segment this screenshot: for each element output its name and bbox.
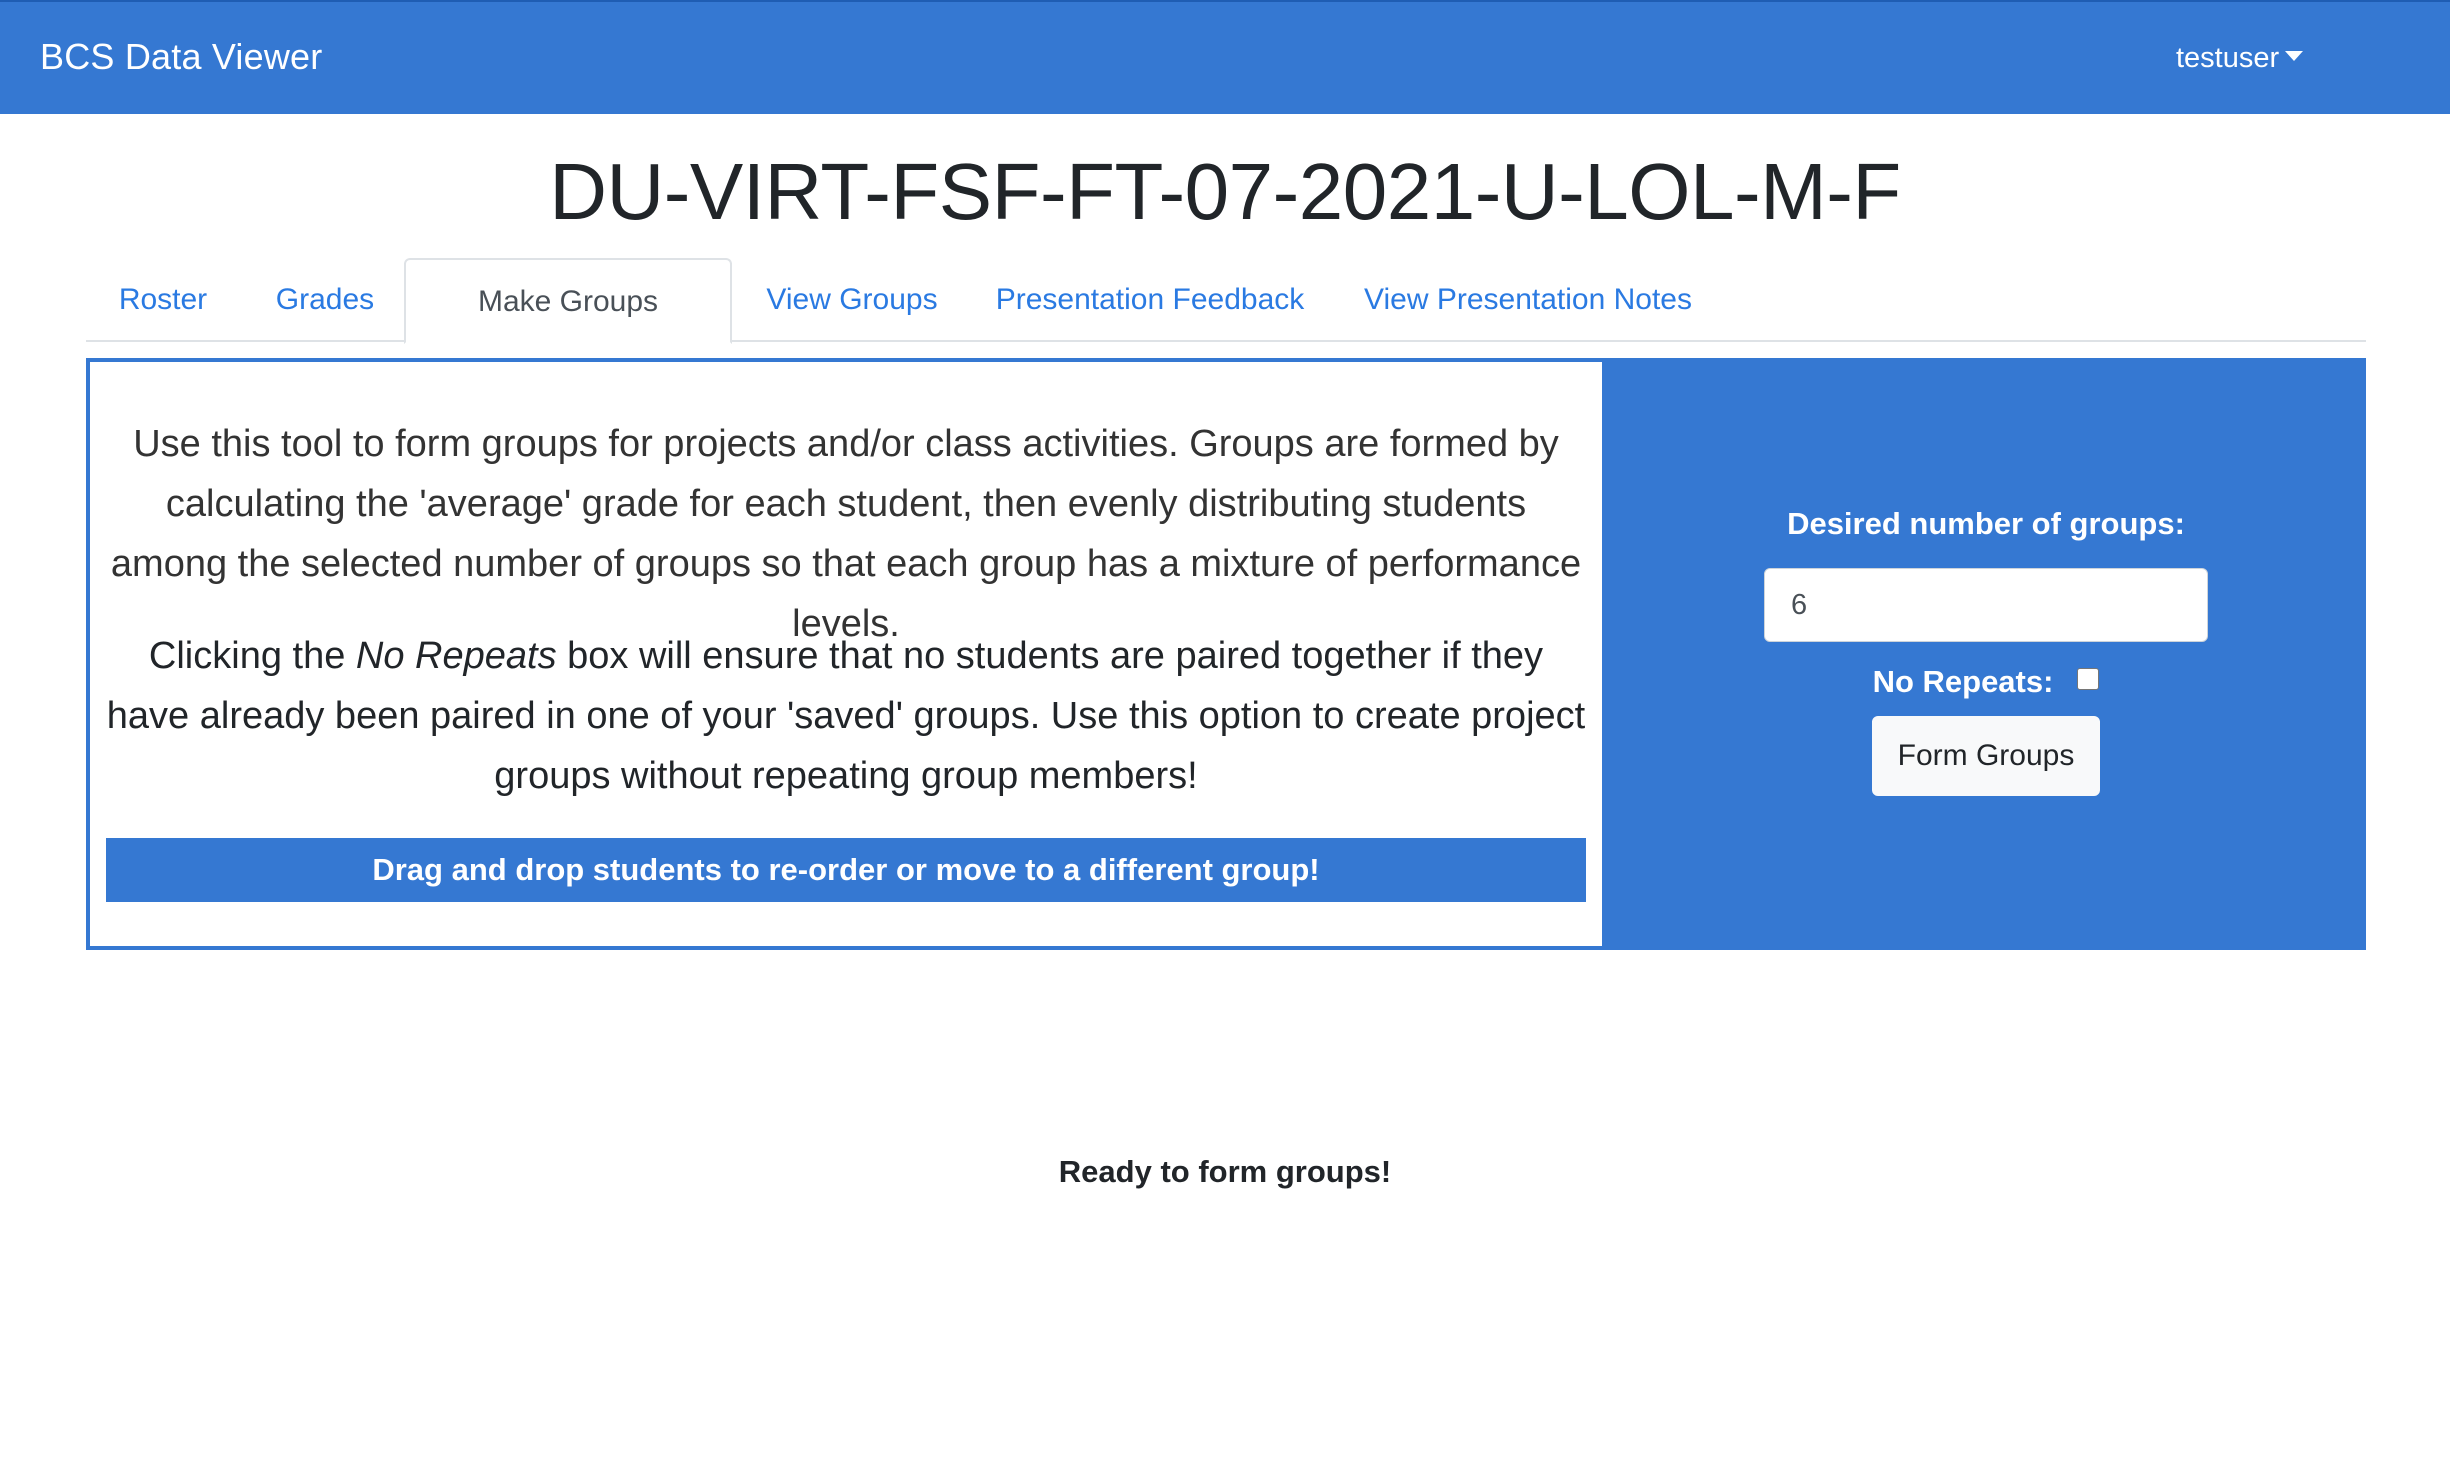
no-repeats-explanation: Clicking the No Repeats box will ensure …	[106, 626, 1586, 806]
status-message: Ready to form groups!	[1058, 1154, 1392, 1189]
explanation-text-start: Clicking the	[148, 635, 356, 677]
tab-grades[interactable]: Grades	[240, 258, 410, 342]
groups-count-label: Desired number of groups:	[1787, 506, 2185, 541]
no-repeats-checkbox[interactable]	[2077, 668, 2100, 690]
caret-down-icon	[2285, 51, 2304, 61]
instructions-paragraph: Use this tool to form groups for project…	[110, 423, 1582, 645]
user-menu-dropdown[interactable]: testuser	[2176, 42, 2304, 75]
groups-count-input[interactable]	[1764, 568, 2208, 642]
brand-link[interactable]: BCS Data Viewer	[40, 36, 322, 78]
instructions-box: Use this tool to form groups for project…	[90, 362, 1602, 946]
navbar: BCS Data Viewer testuser	[0, 0, 2450, 114]
explanation-emphasis: No Repeats	[355, 635, 557, 677]
no-repeats-label: No Repeats:	[1872, 664, 2054, 699]
page-title: DU-VIRT-FSF-FT-07-2021-U-LOL-M-F	[549, 147, 1901, 236]
make-groups-panel: Use this tool to form groups for project…	[86, 358, 2366, 950]
tab-bar: Roster Grades Make Groups View Groups Pr…	[86, 258, 2366, 344]
user-name: testuser	[2176, 42, 2280, 74]
tab-roster[interactable]: Roster	[86, 258, 240, 342]
form-groups-button[interactable]: Form Groups	[1872, 716, 2100, 796]
drag-drop-hint: Drag and drop students to re-order or mo…	[106, 838, 1586, 902]
tab-view-presentation-notes[interactable]: View Presentation Notes	[1328, 258, 1728, 342]
tab-make-groups[interactable]: Make Groups	[404, 258, 732, 344]
tab-view-groups[interactable]: View Groups	[732, 258, 972, 342]
group-controls: Desired number of groups: No Repeats: Fo…	[1606, 358, 2366, 950]
no-repeats-row: No Repeats:	[1606, 664, 2366, 700]
tab-presentation-feedback[interactable]: Presentation Feedback	[972, 258, 1328, 342]
